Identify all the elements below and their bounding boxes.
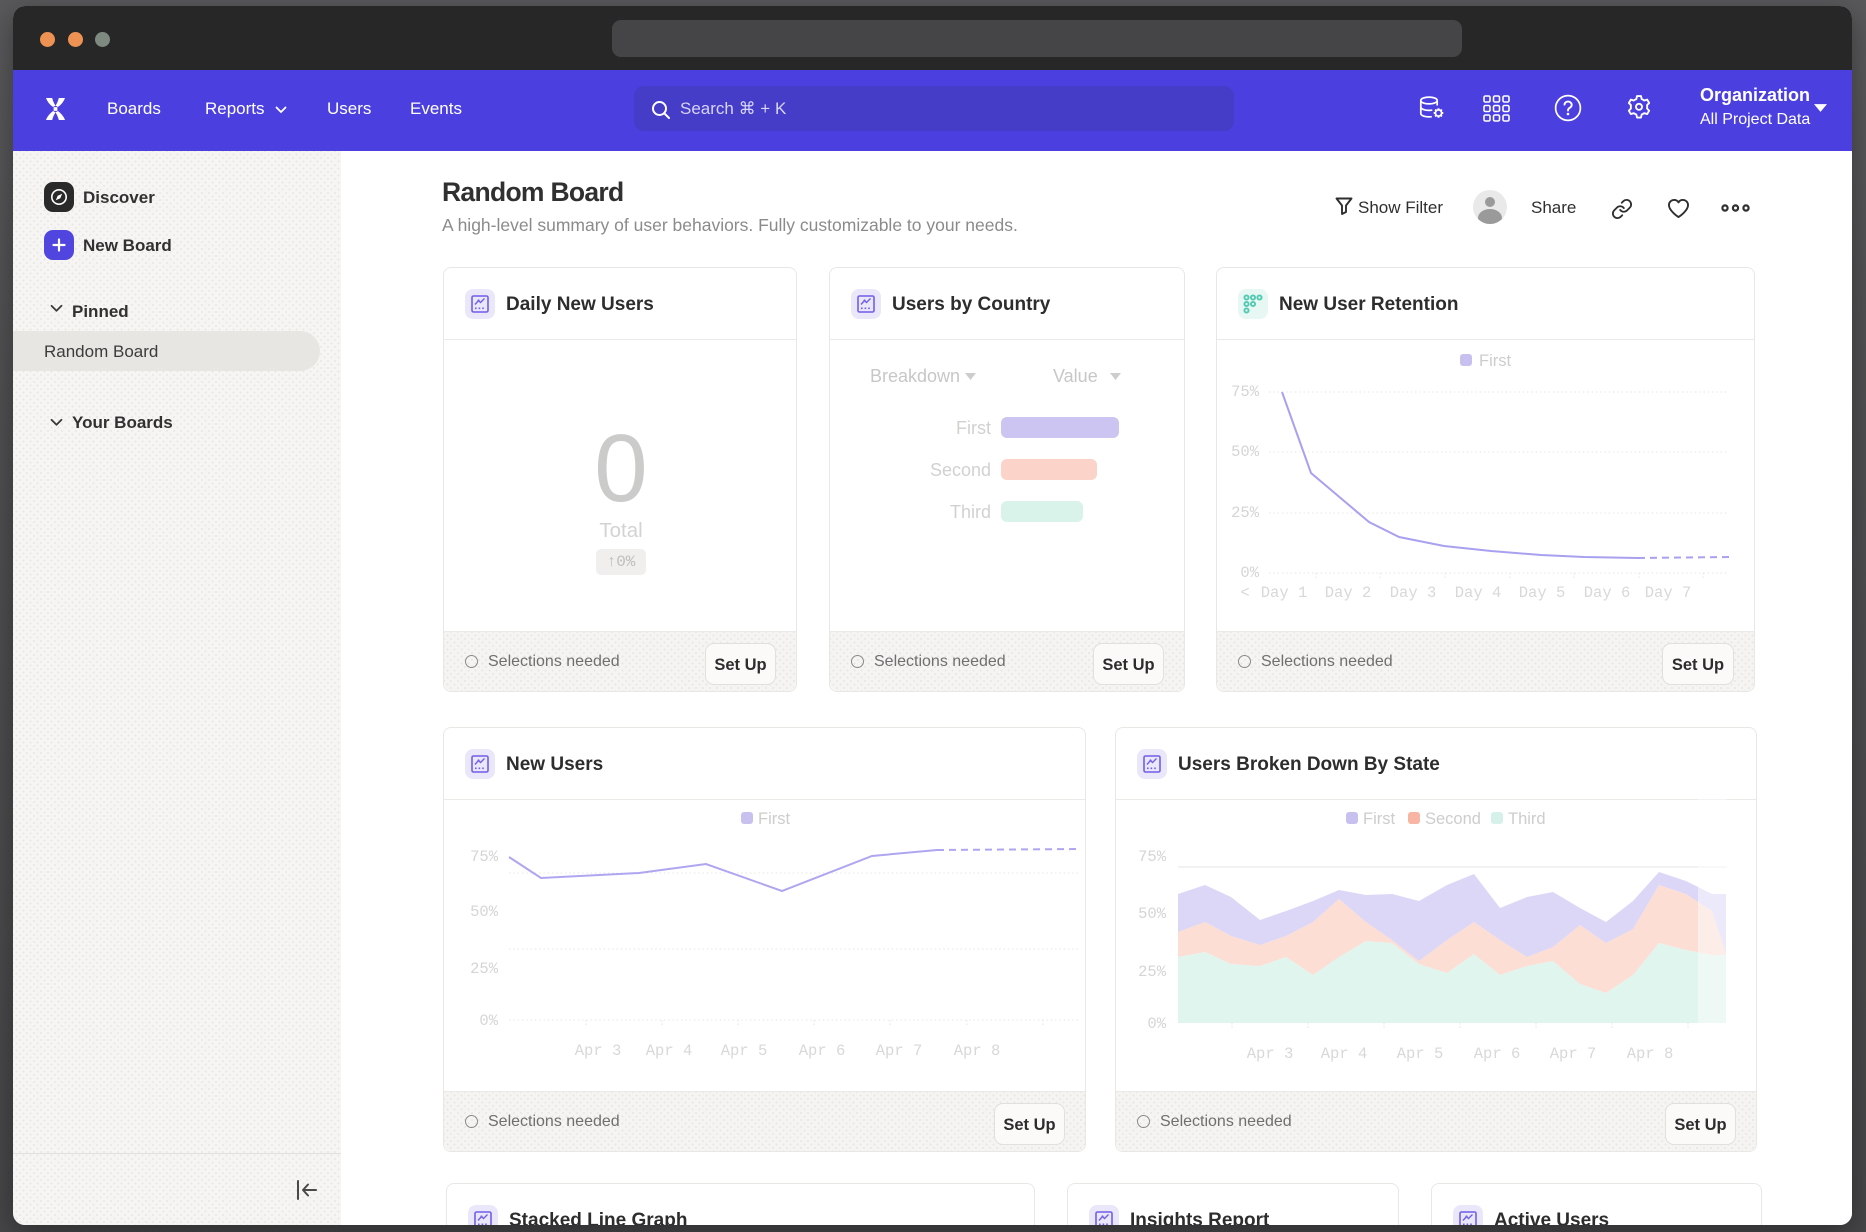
svg-text:Apr 4: Apr 4	[646, 1042, 693, 1060]
svg-text:<: <	[1240, 584, 1249, 602]
svg-text:Day 2: Day 2	[1325, 584, 1372, 602]
svg-text:Day 4: Day 4	[1455, 584, 1502, 602]
svg-text:Apr 7: Apr 7	[1550, 1045, 1597, 1063]
svg-text:0%: 0%	[1240, 564, 1259, 582]
svg-text:0%: 0%	[479, 1012, 498, 1030]
svg-text:50%: 50%	[1138, 905, 1167, 923]
svg-text:Day 6: Day 6	[1584, 584, 1631, 602]
svg-text:Apr 3: Apr 3	[575, 1042, 622, 1060]
svg-text:Apr 8: Apr 8	[1627, 1045, 1674, 1063]
svg-text:Apr 4: Apr 4	[1321, 1045, 1368, 1063]
svg-text:Apr 7: Apr 7	[876, 1042, 923, 1060]
svg-text:50%: 50%	[1231, 443, 1260, 461]
svg-text:Day 7: Day 7	[1645, 584, 1692, 602]
svg-text:75%: 75%	[470, 848, 499, 866]
svg-text:Apr 5: Apr 5	[1397, 1045, 1444, 1063]
svg-text:50%: 50%	[470, 903, 499, 921]
svg-text:Day 5: Day 5	[1519, 584, 1566, 602]
svg-text:25%: 25%	[470, 960, 499, 978]
svg-text:Apr 5: Apr 5	[721, 1042, 768, 1060]
svg-text:0%: 0%	[1147, 1015, 1166, 1033]
svg-text:75%: 75%	[1231, 383, 1260, 401]
svg-text:Apr 6: Apr 6	[1474, 1045, 1521, 1063]
svg-text:Apr 6: Apr 6	[799, 1042, 846, 1060]
svg-text:Apr 8: Apr 8	[954, 1042, 1001, 1060]
svg-text:Day 1: Day 1	[1261, 584, 1308, 602]
svg-text:75%: 75%	[1138, 848, 1167, 866]
svg-text:Day 3: Day 3	[1390, 584, 1437, 602]
svg-text:25%: 25%	[1138, 963, 1167, 981]
svg-text:25%: 25%	[1231, 504, 1260, 522]
svg-text:Apr 3: Apr 3	[1247, 1045, 1294, 1063]
